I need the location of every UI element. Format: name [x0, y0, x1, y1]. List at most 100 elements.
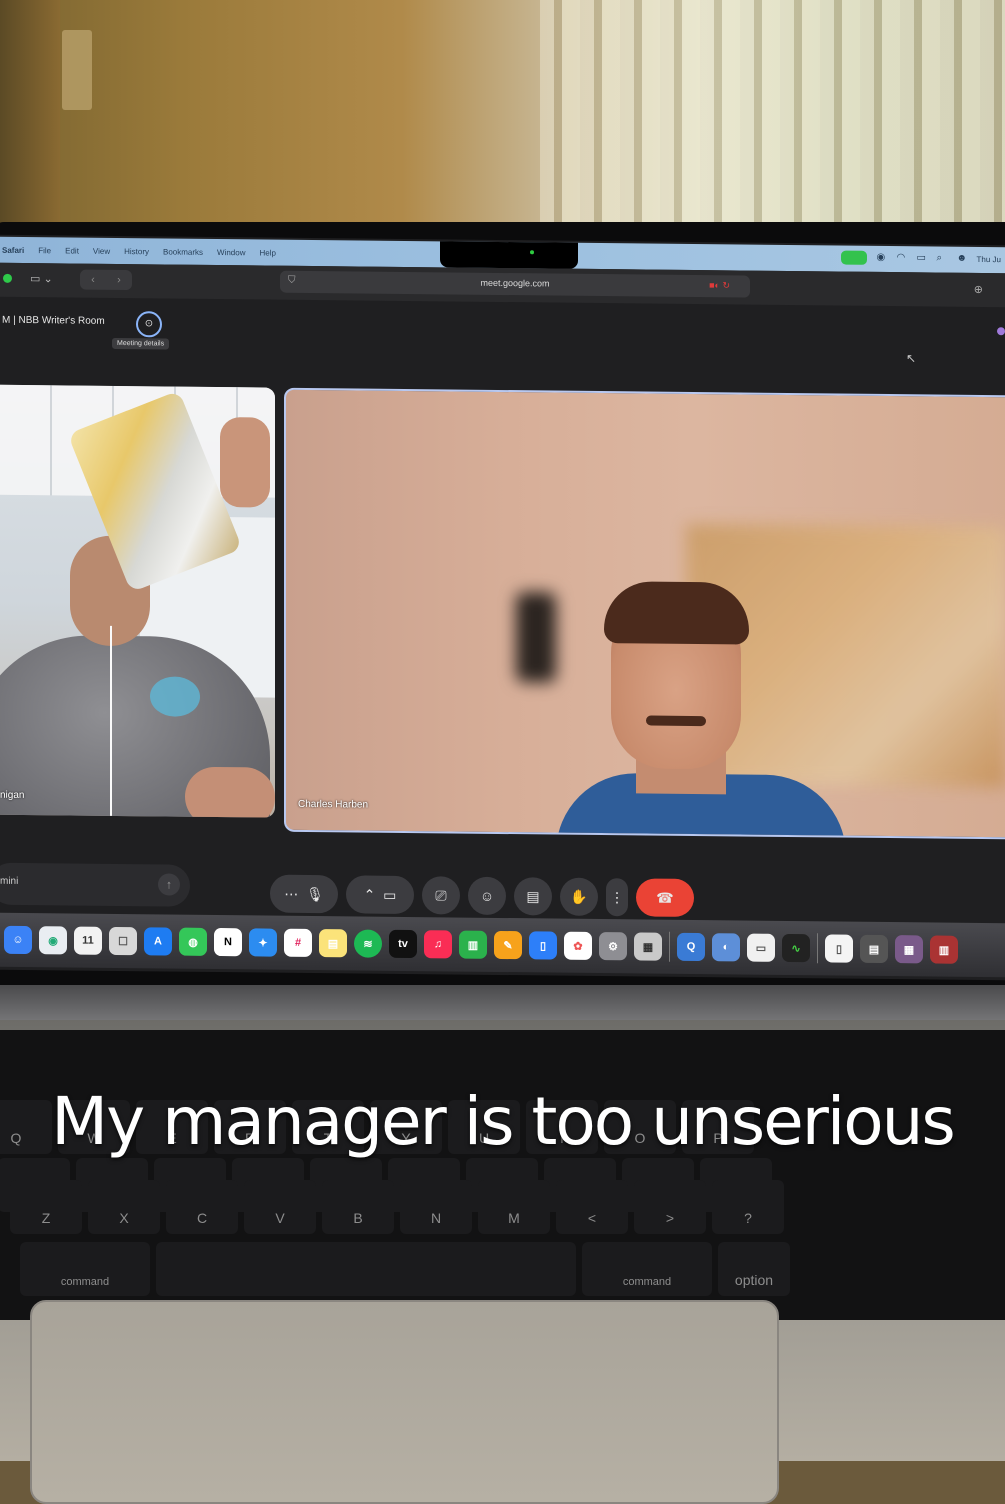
audio-control[interactable]: ⋯ 🎙 — [270, 874, 338, 914]
dock-separator — [669, 931, 670, 962]
raise-hand-icon[interactable]: ✋ — [560, 877, 598, 917]
forward-icon[interactable]: › — [117, 274, 121, 286]
mic-icon[interactable]: 🎙 — [306, 885, 324, 902]
meeting-details-tooltip: Meeting details — [112, 337, 170, 350]
command-key[interactable]: command — [582, 1242, 712, 1296]
control-center-icon[interactable]: ◉ — [877, 252, 887, 263]
gemini-input[interactable]: mini ↑ — [0, 862, 190, 907]
laptop-screen: Safari File Edit View History Bookmarks … — [0, 234, 1005, 981]
menu-item-history[interactable]: History — [124, 247, 149, 256]
keyboard: Q W E R T Y U I O P A S D F G H J K L ; … — [0, 1030, 1005, 1320]
document-icon[interactable]: ▯ — [825, 934, 853, 963]
blurred-wall-object — [516, 592, 556, 683]
extension-icon[interactable] — [997, 327, 1005, 336]
photos-icon[interactable]: ✿ — [564, 931, 592, 960]
key[interactable]: Z — [10, 1180, 82, 1234]
menu-item-window[interactable]: Window — [217, 248, 245, 257]
downloads-icon[interactable]: ⊕ — [974, 283, 983, 296]
sidebar-toggle-icon[interactable]: ▭ ⌄ — [30, 272, 64, 286]
video-control[interactable]: ⌃ ▭ — [346, 875, 414, 915]
downloads-stack-icon[interactable]: ▦ — [895, 935, 923, 964]
notion-icon[interactable]: N — [214, 927, 242, 957]
battery-icon[interactable]: ▭ — [917, 252, 927, 263]
finder-icon[interactable]: ☺ — [4, 925, 32, 955]
camera-icon[interactable]: ▭ — [383, 886, 396, 903]
keyboard-row-3: Z X C V B N M < > ? — [10, 1180, 784, 1234]
key[interactable]: N — [400, 1180, 472, 1234]
participant-tile-right[interactable]: Charles Harben — [284, 387, 1005, 840]
key[interactable]: C — [166, 1180, 238, 1234]
key[interactable]: ? — [712, 1180, 784, 1234]
curtain — [540, 0, 1005, 240]
trash-icon[interactable]: ▥ — [930, 935, 958, 964]
camera-notch — [440, 241, 578, 269]
app-store-icon[interactable]: A — [144, 927, 172, 956]
end-call-icon[interactable]: ☎ — [636, 878, 694, 918]
apple-tv-icon[interactable]: tv — [389, 929, 417, 959]
stack-icon[interactable]: ▤ — [860, 934, 888, 964]
numbers-icon[interactable]: ▥ — [459, 930, 487, 959]
slack-icon[interactable]: # — [284, 928, 312, 958]
key[interactable]: > — [634, 1180, 706, 1234]
preview-icon[interactable]: ▭ — [747, 933, 775, 962]
url-text: meet.google.com — [480, 277, 550, 289]
present-icon[interactable]: ⎚ — [422, 876, 460, 915]
room-background — [0, 0, 1005, 240]
meeting-title: M | NBB Writer's Room — [2, 314, 105, 327]
captions-icon[interactable]: ▤ — [514, 877, 552, 916]
quicktime-icon[interactable]: Q — [677, 932, 705, 962]
disk-utility-icon[interactable]: ◐ — [712, 933, 740, 962]
gemini-placeholder: mini — [0, 875, 19, 887]
laptop-hinge — [0, 985, 1005, 1025]
camera-in-use-icon[interactable] — [840, 250, 867, 265]
key[interactable]: V — [244, 1180, 316, 1234]
key[interactable]: M — [478, 1180, 550, 1234]
more-icon[interactable]: ⋯ — [284, 885, 298, 902]
key[interactable]: < — [556, 1180, 628, 1234]
menu-item-bookmarks[interactable]: Bookmarks — [163, 247, 203, 256]
calculator-icon[interactable]: ▦ — [634, 932, 662, 961]
contacts-icon[interactable]: ☐ — [109, 926, 137, 956]
menu-item-safari[interactable]: Safari — [2, 245, 24, 254]
safari-icon[interactable]: ✦ — [249, 928, 277, 957]
notes-icon[interactable]: ▤ — [319, 929, 347, 958]
calendar-icon[interactable]: 11 — [74, 926, 102, 955]
participant-name: Charles Harben — [298, 798, 369, 811]
chrome-icon[interactable]: ◉ — [39, 926, 67, 955]
user-icon[interactable]: ☻ — [957, 253, 968, 264]
key[interactable]: X — [88, 1180, 160, 1234]
space-bar[interactable] — [156, 1242, 576, 1296]
options-icon[interactable]: ⋮ — [606, 878, 628, 917]
window-zoom-button[interactable] — [3, 273, 12, 283]
recording-indicator-icon[interactable]: ■◐ ↻ — [709, 280, 730, 291]
key[interactable]: B — [322, 1180, 394, 1234]
keyboard-row-4: command command option — [20, 1242, 790, 1296]
menu-item-help[interactable]: Help — [259, 248, 275, 257]
send-arrow-icon[interactable]: ↑ — [158, 873, 180, 896]
wifi-icon[interactable]: ◠ — [897, 252, 907, 263]
mouse-cursor-icon: ↖ — [906, 351, 917, 366]
video-caption: My manager is too unserious — [51, 1083, 956, 1160]
menu-item-view[interactable]: View — [93, 246, 110, 255]
address-bar[interactable]: ⛉ meet.google.com ■◐ ↻ — [280, 270, 750, 298]
menubar-clock[interactable]: Thu Ju — [977, 254, 1001, 263]
pages-icon[interactable]: ✎ — [494, 930, 522, 960]
system-settings-icon[interactable]: ⚙ — [599, 932, 627, 961]
music-icon[interactable]: ♫ — [424, 930, 452, 959]
chevron-up-icon[interactable]: ⌃ — [364, 886, 376, 903]
command-key[interactable]: command — [20, 1242, 150, 1296]
trackpad[interactable] — [30, 1300, 779, 1504]
activity-monitor-icon[interactable]: ∿ — [782, 933, 810, 963]
messages-icon[interactable]: ◍ — [179, 927, 207, 956]
back-icon[interactable]: ‹ — [91, 274, 95, 286]
spotlight-icon[interactable]: ⌕ — [937, 253, 947, 264]
participant-tile-left[interactable]: nigan — [0, 384, 275, 818]
mustache — [646, 715, 706, 727]
keynote-icon[interactable]: ▯ — [529, 931, 557, 960]
meeting-details-icon[interactable]: ⊙ — [136, 311, 162, 338]
menu-item-edit[interactable]: Edit — [65, 246, 79, 255]
spotify-icon[interactable]: ≋ — [354, 929, 382, 958]
option-key[interactable]: option — [718, 1242, 790, 1296]
emoji-icon[interactable]: ☺ — [468, 876, 506, 916]
menu-item-file[interactable]: File — [38, 246, 51, 255]
